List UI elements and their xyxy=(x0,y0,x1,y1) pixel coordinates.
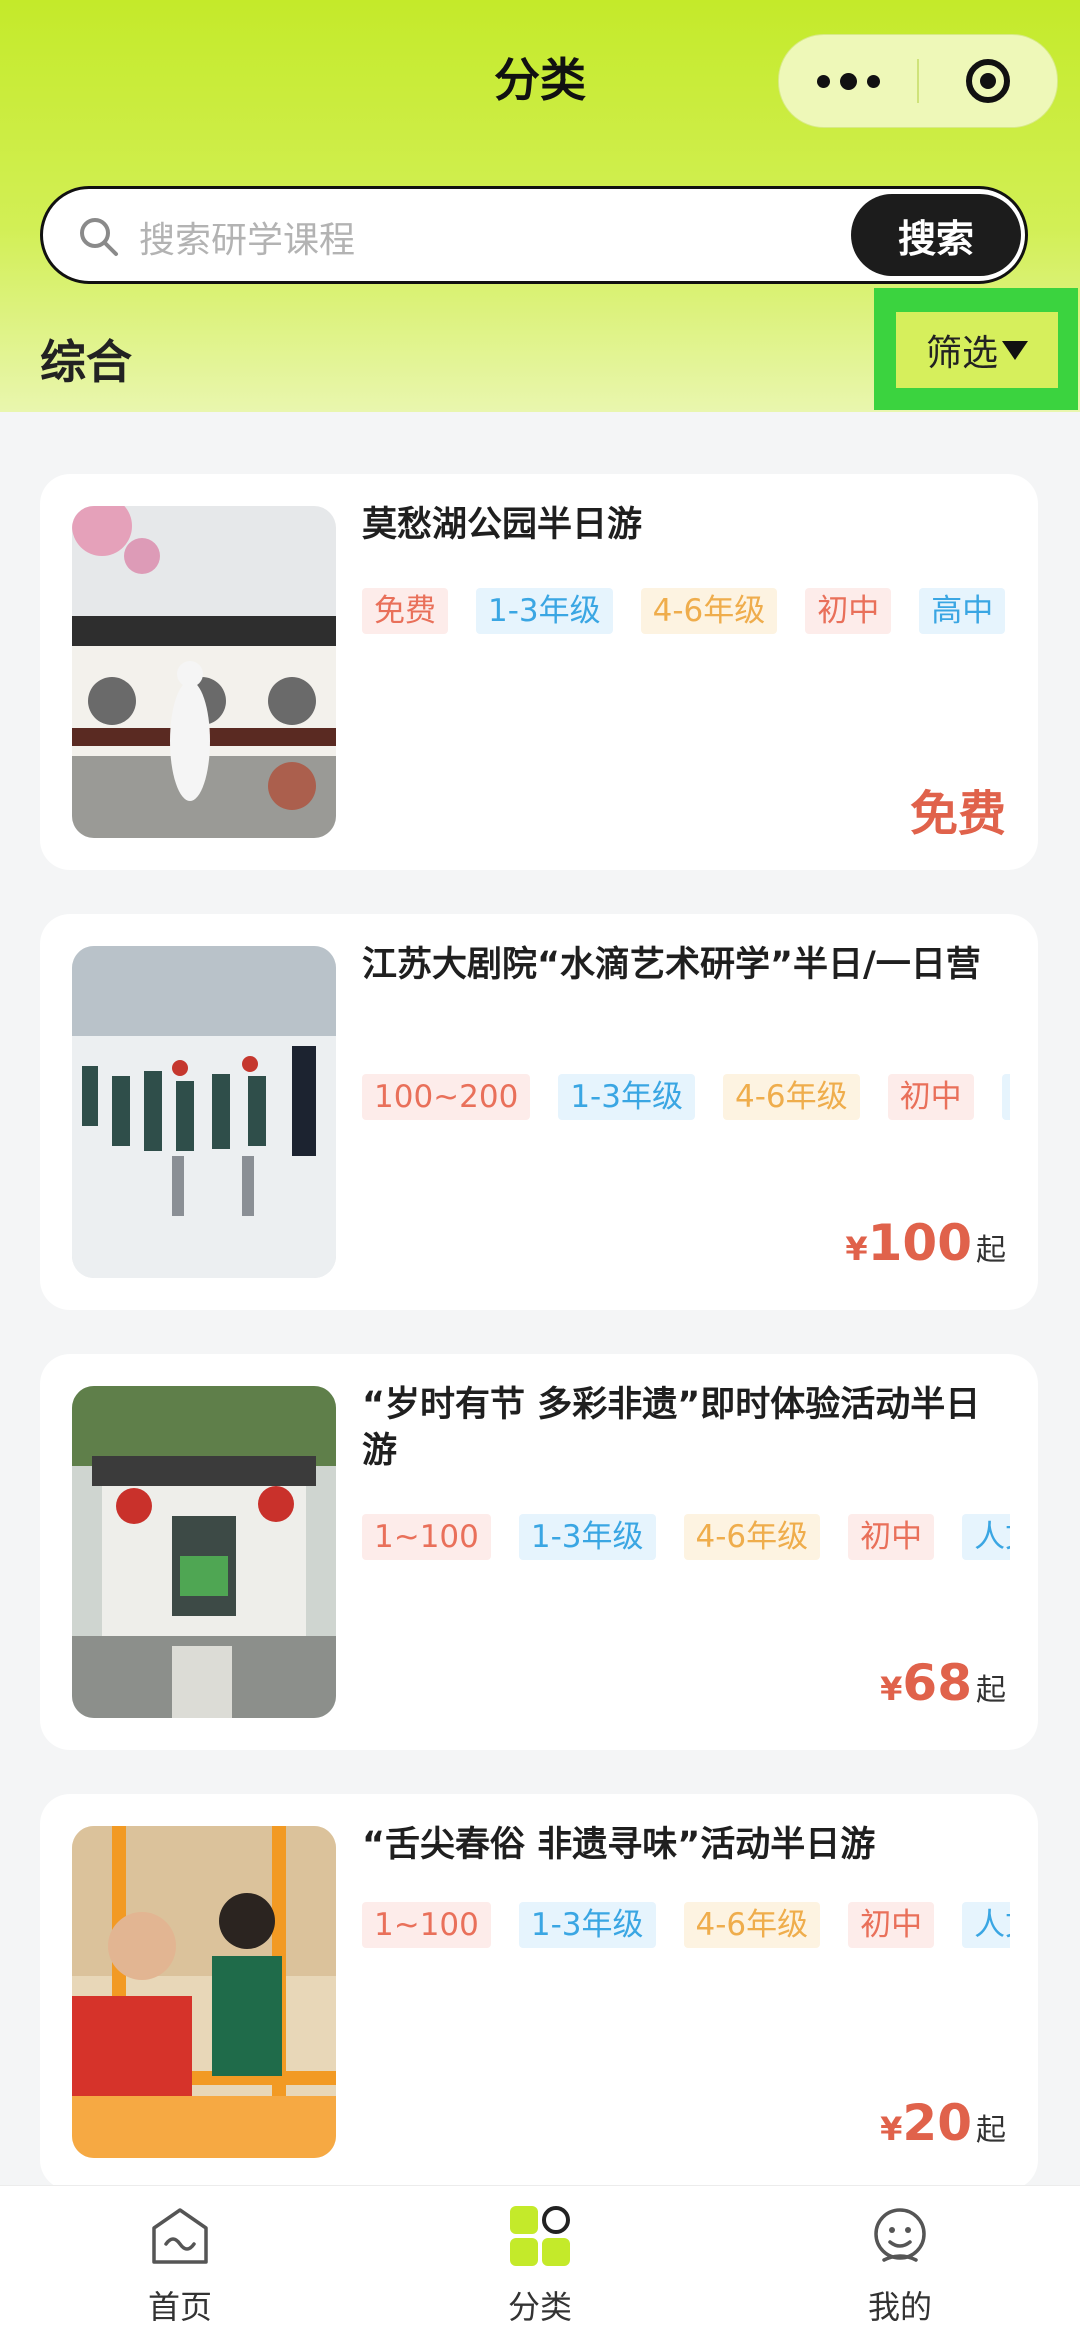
tag-grade: 4-6年级 xyxy=(683,1514,821,1560)
price-suffix: 起 xyxy=(976,1233,1006,1268)
course-image xyxy=(72,1826,336,2158)
search-input[interactable]: 搜索研学课程 xyxy=(139,211,355,263)
price-value: 68 xyxy=(902,1654,972,1712)
course-image xyxy=(72,1386,336,1718)
course-price: ¥20 起 xyxy=(880,2094,1006,2152)
tag-price: 免费 xyxy=(362,588,448,634)
search-bar[interactable]: 搜索研学课程 搜索 xyxy=(40,186,1028,284)
tag-grade: 4-6年级 xyxy=(683,1902,821,1948)
course-price: ¥100 起 xyxy=(845,1214,1006,1272)
tab-home[interactable]: 首页 xyxy=(80,2204,280,2328)
more-icon[interactable] xyxy=(779,35,917,127)
triangle-down-icon xyxy=(1002,340,1028,360)
tag-grade: 4-6年级 xyxy=(640,588,778,634)
search-icon xyxy=(80,218,118,256)
course-title: 江苏大剧院“水滴艺术研学”半日/一日营 xyxy=(362,945,981,985)
course-tags: 1~100 1-3年级 4-6年级初中人文 xyxy=(362,1902,1010,1950)
tag-category: 人 xyxy=(1001,1074,1010,1120)
tag-grade: 1-3年级 xyxy=(558,1074,695,1120)
course-title: “舌尖春俗 非遗寻味”活动半日游 xyxy=(362,1825,876,1865)
course-tags: 100~200 1-3年级 4-6年级初中人 xyxy=(362,1074,1010,1122)
course-title: 莫愁湖公园半日游 xyxy=(362,505,643,545)
tag-level: 初中 xyxy=(848,1514,935,1560)
profile-icon xyxy=(874,2208,926,2262)
course-price: 免费 xyxy=(909,786,1006,842)
filter-button[interactable]: 筛选 xyxy=(896,312,1058,388)
category-icon xyxy=(510,2206,570,2266)
course-image xyxy=(72,506,336,838)
home-icon xyxy=(152,2208,208,2264)
header: 分类 搜索研学课程 搜索 综合 筛选 xyxy=(0,0,1080,412)
course-card[interactable]: 莫愁湖公园半日游 免费 1-3年级 4-6年级 初中 高中 免费 xyxy=(40,474,1038,870)
course-card[interactable]: 江苏大剧院“水滴艺术研学”半日/一日营 100~200 1-3年级 4-6年级初中人… xyxy=(40,914,1038,1310)
sort-comprehensive[interactable]: 综合 xyxy=(40,326,132,392)
course-card[interactable]: “舌尖春俗 非遗寻味”活动半日游 1~100 1-3年级 4-6年级初中人文 ¥20… xyxy=(40,1794,1038,2190)
filter-label: 筛选 xyxy=(925,333,998,374)
bottom-tab-bar: 首页 分类 我的 xyxy=(0,2185,1080,2336)
tag-price: 1~100 xyxy=(362,1514,491,1560)
course-title: “岁时有节 多彩非遗”即时体验活动半日游 xyxy=(362,1385,981,1471)
tag-price: 1~100 xyxy=(362,1902,491,1948)
tag-level: 初中 xyxy=(887,1074,974,1120)
tab-profile[interactable]: 我的 xyxy=(800,2204,1000,2328)
course-tags: 1~100 1-3年级 4-6年级初中人文 xyxy=(362,1514,1010,1562)
price-currency: ¥ xyxy=(880,1670,903,1708)
course-image xyxy=(72,946,336,1278)
tag-category: 人文 xyxy=(962,1902,1010,1948)
tag-price: 100~200 xyxy=(362,1074,531,1120)
filter-highlight: 筛选 xyxy=(874,288,1078,410)
price-suffix: 起 xyxy=(976,1673,1006,1708)
tag-grade: 1-3年级 xyxy=(476,588,613,634)
tab-category-label: 分类 xyxy=(507,2288,572,2326)
course-price: ¥68 起 xyxy=(880,1654,1006,1712)
tag-level: 高中 xyxy=(919,588,1006,634)
mini-program-capsule xyxy=(778,34,1058,128)
search-button[interactable]: 搜索 xyxy=(851,194,1021,276)
price-value: 100 xyxy=(867,1214,972,1272)
tab-home-label: 首页 xyxy=(147,2288,212,2326)
tab-category[interactable]: 分类 xyxy=(440,2204,640,2328)
tag-grade: 1-3年级 xyxy=(518,1514,656,1560)
course-card[interactable]: “岁时有节 多彩非遗”即时体验活动半日游 1~100 1-3年级 4-6年级初中人文… xyxy=(40,1354,1038,1750)
tab-profile-label: 我的 xyxy=(867,2288,932,2326)
tag-level: 初中 xyxy=(805,588,892,634)
tag-grade: 4-6年级 xyxy=(722,1074,860,1120)
tag-category: 人文 xyxy=(962,1514,1010,1560)
price-value: 20 xyxy=(902,2094,972,2152)
tag-grade: 1-3年级 xyxy=(518,1902,656,1948)
tag-level: 初中 xyxy=(848,1902,935,1948)
course-tags: 免费 1-3年级 4-6年级 初中 高中 xyxy=(362,588,1010,636)
price-currency: ¥ xyxy=(880,2110,903,2148)
price-suffix: 起 xyxy=(976,2113,1006,2148)
close-target-icon[interactable] xyxy=(919,35,1057,127)
price-currency: ¥ xyxy=(845,1230,868,1268)
